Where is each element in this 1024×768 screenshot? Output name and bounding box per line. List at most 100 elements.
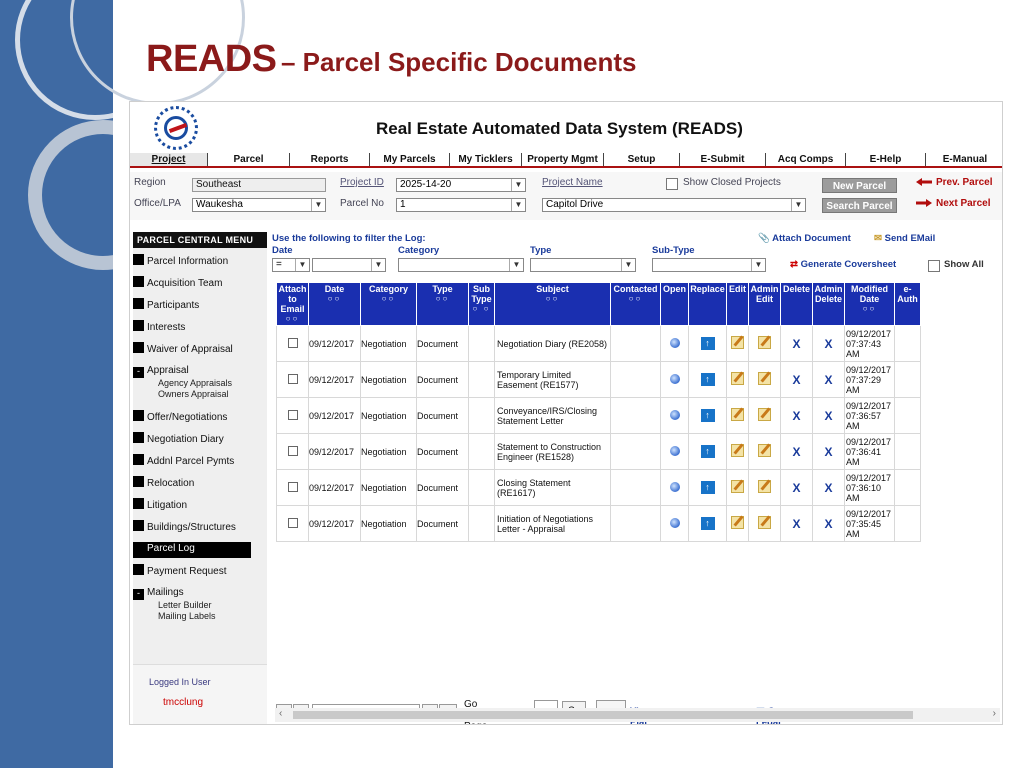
edit-icon[interactable] bbox=[731, 516, 744, 529]
new-parcel-button[interactable]: New Parcel bbox=[822, 178, 897, 193]
open-icon[interactable] bbox=[669, 445, 680, 456]
nav-addnl-parcel-pymts[interactable]: Addnl Parcel Pymts bbox=[133, 454, 251, 470]
attach-checkbox[interactable] bbox=[287, 445, 298, 456]
collapse-icon[interactable]: - bbox=[133, 367, 144, 378]
replace-icon[interactable]: ↑ bbox=[700, 445, 715, 458]
delete-icon[interactable]: X bbox=[792, 337, 800, 351]
attach-checkbox[interactable] bbox=[287, 481, 298, 492]
col-date[interactable]: Date ○○ bbox=[308, 282, 361, 326]
prev-parcel-link[interactable]: Prev. Parcel bbox=[916, 177, 993, 188]
generate-coversheet-link[interactable]: ⇄ Generate Coversheet bbox=[790, 259, 896, 270]
admin-edit-icon[interactable] bbox=[758, 336, 771, 349]
replace-icon[interactable]: ↑ bbox=[700, 373, 715, 386]
admin-delete-icon[interactable]: X bbox=[824, 409, 832, 423]
edit-icon[interactable] bbox=[731, 336, 744, 349]
nav-owners-appraisal[interactable]: Owners Appraisal bbox=[158, 389, 229, 399]
office-select[interactable]: Waukesha ▼ bbox=[192, 198, 326, 212]
open-icon[interactable] bbox=[669, 481, 680, 492]
col-subject[interactable]: Subject ○○ bbox=[494, 282, 611, 326]
replace-icon[interactable]: ↑ bbox=[700, 481, 715, 494]
admin-delete-icon[interactable]: X bbox=[824, 517, 832, 531]
admin-delete-icon[interactable]: X bbox=[824, 481, 832, 495]
edit-icon[interactable] bbox=[731, 444, 744, 457]
open-icon[interactable] bbox=[669, 409, 680, 420]
admin-edit-icon[interactable] bbox=[758, 480, 771, 493]
show-all-checkbox[interactable] bbox=[928, 260, 940, 272]
menu-reports[interactable]: Reports bbox=[290, 153, 370, 166]
sort-icon[interactable]: ○○ bbox=[277, 314, 308, 324]
date-operator-select[interactable]: = ▼ bbox=[272, 258, 310, 272]
menu-e-help[interactable]: E-Help bbox=[846, 153, 926, 166]
nav-agency-appraisals[interactable]: Agency Appraisals bbox=[158, 378, 232, 388]
nav-parcel-information[interactable]: Parcel Information bbox=[133, 254, 251, 270]
category-filter-select[interactable]: ▼ bbox=[398, 258, 524, 272]
sort-icon[interactable]: ○ ○ bbox=[469, 304, 494, 314]
sort-icon[interactable]: ○○ bbox=[361, 294, 416, 304]
replace-icon[interactable]: ↑ bbox=[700, 517, 715, 530]
delete-icon[interactable]: X bbox=[792, 445, 800, 459]
replace-icon[interactable]: ↑ bbox=[700, 409, 715, 422]
nav-interests[interactable]: Interests bbox=[133, 320, 251, 336]
replace-icon[interactable]: ↑ bbox=[700, 337, 715, 350]
delete-icon[interactable]: X bbox=[792, 409, 800, 423]
nav-parcel-log[interactable]: Parcel Log bbox=[133, 542, 251, 558]
col-contacted[interactable]: Contacted ○○ bbox=[610, 282, 661, 326]
nav-relocation[interactable]: Relocation bbox=[133, 476, 251, 492]
menu-my-parcels[interactable]: My Parcels bbox=[370, 153, 450, 166]
col-category[interactable]: Category ○○ bbox=[360, 282, 417, 326]
scrollbar-thumb[interactable] bbox=[293, 711, 913, 719]
scroll-right-icon[interactable]: › bbox=[993, 708, 996, 719]
nav-buildings-structures[interactable]: Buildings/Structures bbox=[133, 520, 251, 536]
open-icon[interactable] bbox=[669, 373, 680, 384]
sort-icon[interactable]: ○○ bbox=[611, 294, 660, 304]
col-sub-type[interactable]: Sub Type ○ ○ bbox=[468, 282, 495, 326]
attach-checkbox[interactable] bbox=[287, 409, 298, 420]
open-icon[interactable] bbox=[669, 517, 680, 528]
project-name-select[interactable]: Capitol Drive ▼ bbox=[542, 198, 806, 212]
menu-setup[interactable]: Setup bbox=[604, 153, 680, 166]
nav-acquisition-team[interactable]: Acquisition Team bbox=[133, 276, 251, 292]
delete-icon[interactable]: X bbox=[792, 517, 800, 531]
search-parcel-button[interactable]: Search Parcel bbox=[822, 198, 897, 213]
nav-offer-negotiations[interactable]: Offer/Negotiations bbox=[133, 410, 251, 426]
attach-document-link[interactable]: 📎 Attach Document bbox=[758, 233, 851, 244]
show-closed-checkbox[interactable] bbox=[666, 178, 678, 190]
nav-mailing-labels[interactable]: Mailing Labels bbox=[158, 611, 216, 621]
col-type[interactable]: Type ○○ bbox=[416, 282, 469, 326]
horizontal-scrollbar[interactable]: ‹ › bbox=[275, 708, 1000, 722]
admin-edit-icon[interactable] bbox=[758, 372, 771, 385]
menu-e-submit[interactable]: E-Submit bbox=[680, 153, 766, 166]
send-email-link[interactable]: ✉ Send EMail bbox=[874, 233, 935, 244]
delete-icon[interactable]: X bbox=[792, 481, 800, 495]
menu-project[interactable]: Project bbox=[130, 153, 208, 166]
admin-edit-icon[interactable] bbox=[758, 408, 771, 421]
admin-edit-icon[interactable] bbox=[758, 516, 771, 529]
subtype-filter-select[interactable]: ▼ bbox=[652, 258, 766, 272]
nav-waiver-of-appraisal[interactable]: Waiver of Appraisal bbox=[133, 342, 251, 358]
admin-delete-icon[interactable]: X bbox=[824, 337, 832, 351]
edit-icon[interactable] bbox=[731, 408, 744, 421]
date-filter-select[interactable]: ▼ bbox=[312, 258, 386, 272]
open-icon[interactable] bbox=[669, 337, 680, 348]
sort-icon[interactable]: ○○ bbox=[417, 294, 468, 304]
menu-acq-comps[interactable]: Acq Comps bbox=[766, 153, 846, 166]
admin-delete-icon[interactable]: X bbox=[824, 445, 832, 459]
menu-parcel[interactable]: Parcel bbox=[208, 153, 290, 166]
scroll-left-icon[interactable]: ‹ bbox=[279, 708, 282, 719]
type-filter-select[interactable]: ▼ bbox=[530, 258, 636, 272]
nav-participants[interactable]: Participants bbox=[133, 298, 251, 314]
edit-icon[interactable] bbox=[731, 480, 744, 493]
nav-litigation[interactable]: Litigation bbox=[133, 498, 251, 514]
menu-my-ticklers[interactable]: My Ticklers bbox=[450, 153, 522, 166]
attach-checkbox[interactable] bbox=[287, 337, 298, 348]
menu-property-mgmt[interactable]: Property Mgmt bbox=[522, 153, 604, 166]
parcel-no-select[interactable]: 1 ▼ bbox=[396, 198, 526, 212]
next-parcel-link[interactable]: Next Parcel bbox=[916, 198, 990, 209]
attach-checkbox[interactable] bbox=[287, 517, 298, 528]
sort-icon[interactable]: ○○ bbox=[495, 294, 610, 304]
nav-negotiation-diary[interactable]: Negotiation Diary bbox=[133, 432, 251, 448]
delete-icon[interactable]: X bbox=[792, 373, 800, 387]
nav-letter-builder[interactable]: Letter Builder bbox=[158, 600, 212, 610]
nav-payment-request[interactable]: Payment Request bbox=[133, 564, 251, 580]
menu-e-manual[interactable]: E-Manual bbox=[926, 153, 1002, 166]
